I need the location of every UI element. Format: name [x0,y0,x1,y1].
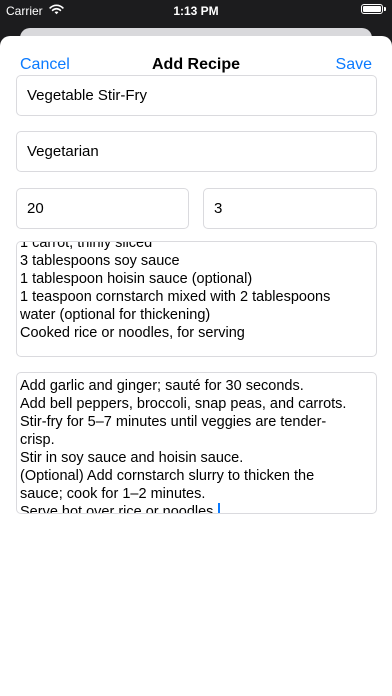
ingredient-line: water (optional for thickening) [20,307,211,323]
battery-tip [384,7,386,11]
text-cursor [218,503,221,513]
page-title: Add Recipe [151,56,240,73]
ingredient-line: 1 tablespoon hoisin sauce (optional) [20,271,253,287]
recipe-name-field[interactable]: Vegetable Stir-Fry [16,75,377,116]
battery-icon [361,4,383,14]
instruction-line: Stir in soy sauce and hoisin sauce. [20,450,244,466]
ingredients-textarea[interactable]: 1 carrot, thinly sliced 3 tablespoons so… [16,241,377,357]
numeric-field-left[interactable]: 20 [16,188,189,229]
ingredient-line: 1 carrot, thinly sliced [20,241,153,251]
save-button[interactable]: Save [336,56,372,74]
instruction-line: crisp. [20,432,55,448]
instruction-line: Add garlic and ginger; sauté for 30 seco… [20,378,304,394]
instructions-textarea[interactable]: Add garlic and ginger; sauté for 30 seco… [16,372,377,514]
category-field[interactable]: Vegetarian [16,131,377,172]
status-right [361,4,386,14]
status-bar: Carrier 1:13 PM [0,0,392,22]
ingredient-line: 3 tablespoons soy sauce [20,253,180,269]
numeric-field-left-value: 20 [27,200,44,217]
instruction-line-last-text: Serve hot over rice or noodles. [20,504,218,514]
numeric-field-right-value: 3 [214,200,223,217]
ingredient-line: Cooked rice or noodles, for serving [20,325,245,341]
numeric-field-right[interactable]: 3 [203,188,377,229]
status-time: 1:13 PM [173,4,219,18]
recipe-name-value: Vegetable Stir-Fry [27,87,148,104]
instruction-line-last: Serve hot over rice or noodles. [20,503,373,514]
ingredient-line: 1 teaspoon cornstarch mixed with 2 table… [20,289,331,305]
instruction-line: Stir-fry for 5–7 minutes until veggies a… [20,414,327,430]
instruction-line: sauce; cook for 1–2 minutes. [20,486,206,502]
category-value: Vegetarian [27,143,99,160]
instruction-line: (Optional) Add cornstarch slurry to thic… [20,468,315,484]
instruction-line: Add bell peppers, broccoli, snap peas, a… [20,396,347,412]
